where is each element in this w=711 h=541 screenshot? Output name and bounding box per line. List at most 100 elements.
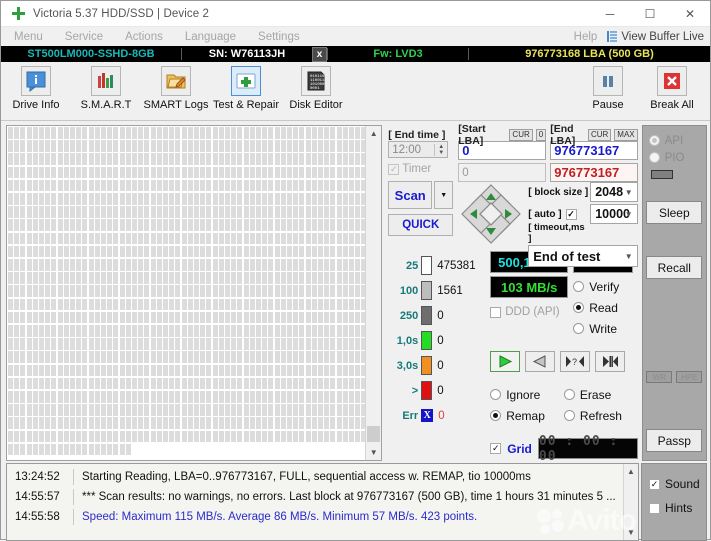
radio-circle[interactable] [648,152,660,163]
scroll-up-icon[interactable]: ▲ [366,126,381,141]
hpe-button[interactable]: HPE [676,371,703,383]
hints-checkbox[interactable] [649,502,660,514]
log-text: *** Scan results: no warnings, no errors… [82,491,616,503]
radio-ignore[interactable]: Ignore [490,384,564,405]
wr-button[interactable]: WR [646,371,673,383]
scan-button[interactable]: Scan [388,181,433,209]
end-time-spinner[interactable]: 12:00 ▲ ▼ [388,141,449,158]
scrollbar-thumb[interactable] [367,426,381,442]
sleep-button[interactable]: Sleep [646,201,703,224]
play-backward-icon[interactable] [525,351,556,372]
grid-label: Grid [507,441,532,456]
radio-read[interactable]: Read [573,297,619,318]
start-lba-zero-button[interactable]: 0 [535,128,547,141]
menu-item-language[interactable]: Language [176,31,245,43]
auto-checkbox[interactable]: ✓ [565,208,577,220]
spinner-arrows-icon[interactable]: ▲ ▼ [434,143,447,156]
legend-row-error: Err X 0 [386,403,488,428]
play-forward-icon[interactable] [490,351,521,372]
device-close-button[interactable]: x [312,46,327,62]
menu-item-service[interactable]: Service [56,31,112,43]
svg-text:?: ? [572,357,577,367]
radio-verify[interactable]: Verify [573,276,619,297]
chevron-down-icon: ▼ [624,209,633,219]
toolbar-button-break-all[interactable]: Break All [640,62,704,111]
error-mode-radio-group: Ignore Erase Remap Refresh [490,384,637,426]
quick-button[interactable]: QUICK [388,214,454,236]
sound-option[interactable]: ✓ Sound [642,472,706,496]
start-lba-cur-button[interactable]: CUR [509,128,533,141]
radio-circle[interactable] [490,389,502,400]
legend-row: 100 1561 [386,278,488,303]
toolbar-button-drive-info[interactable]: Drive Info [1,62,71,120]
menu-item-menu[interactable]: Menu [5,31,52,43]
grid-checkbox[interactable]: ✓ [490,443,502,454]
radio-circle[interactable] [490,410,502,421]
end-lba-input[interactable]: 976773167 [550,141,638,160]
radio-label: Erase [579,387,612,402]
end-of-test-select[interactable]: End of test ▼ [528,245,638,267]
scroll-up-icon[interactable]: ▲ [627,464,635,479]
radio-circle[interactable] [648,135,660,146]
toolbar-button-disk-editor[interactable]: 010110 110011 101000 0001 Disk Editor [281,62,351,120]
legend-key: 3,0s [396,359,419,372]
end-lba-cur-button[interactable]: CUR [587,128,612,141]
menu-item-actions[interactable]: Actions [116,31,172,43]
toolbar-label-disk-editor: Disk Editor [289,99,343,111]
start-lba-secondary-input[interactable]: 0 [458,163,547,182]
block-size-value: 2048 [595,185,624,199]
end-time-group: [ End time ] 12:00 ▲ ▼ ✓ Timer [388,128,454,177]
maximize-button[interactable]: ☐ [630,1,670,26]
scroll-down-icon[interactable]: ▼ [366,445,381,460]
end-lba-secondary-input[interactable]: 976773167 [550,163,638,182]
passport-button[interactable]: Passp [646,429,703,452]
jump-query-icon[interactable]: ? [560,351,591,372]
toolbar-button-smart[interactable]: S.M.A.R.T [71,62,141,120]
menu-item-settings[interactable]: Settings [249,31,309,43]
radio-write[interactable]: Write [573,318,619,339]
timeout-select[interactable]: 10000 ▼ [590,204,638,224]
block-size-select[interactable]: 2048 ▼ [590,182,638,202]
legend-key: 25 [405,259,419,272]
sound-checkbox[interactable]: ✓ [649,478,660,490]
radio-circle[interactable] [563,389,575,400]
end-lba-max-button[interactable]: MAX [614,128,638,141]
view-buffer-live-button[interactable]: View Buffer Live [607,31,708,43]
radio-remap[interactable]: Remap [490,405,564,426]
radio-circle[interactable] [563,410,575,421]
radio-circle[interactable] [573,281,585,292]
recall-button[interactable]: Recall [646,256,703,279]
radio-circle[interactable] [573,302,585,313]
toolbar-button-smart-logs[interactable]: SMART Logs [141,62,211,120]
block-map-grid[interactable] [7,126,366,460]
radio-api[interactable]: API [643,132,706,149]
log-scrollbar[interactable]: ▲ ▼ [623,464,638,540]
toolbar-button-pause[interactable]: Pause [576,62,640,111]
legend-key: 1,0s [396,334,419,347]
toolbar-button-test-repair[interactable]: Test & Repair [211,62,281,120]
scroll-down-icon[interactable]: ▼ [627,525,635,540]
scan-controls-row: Scan ▼ QUICK [block size] 2048 ▼ [aut… [384,177,639,267]
menu-item-help[interactable]: Help [564,31,608,43]
navigation-dpad[interactable] [458,181,524,247]
title-bar: Victoria 5.37 HDD/SSD | Device 2 ─ ☐ ✕ [1,1,710,27]
ddd-api-row[interactable]: DDD (API) [490,301,568,323]
jump-start-icon[interactable] [595,351,626,372]
error-x-icon: X [421,409,434,422]
scan-dropdown-button[interactable]: ▼ [434,181,454,209]
timer-checkbox[interactable]: ✓ [388,163,400,175]
operation-radio-group: Verify Read Write [573,276,619,339]
ddd-api-checkbox[interactable] [490,306,502,318]
radio-circle[interactable] [573,323,585,334]
block-map-scrollbar[interactable]: ▲ ▼ [365,126,382,460]
minimize-button[interactable]: ─ [590,1,630,26]
radio-refresh[interactable]: Refresh [563,405,638,426]
close-button[interactable]: ✕ [670,1,710,26]
timer-checkbox-row[interactable]: ✓ Timer [388,163,454,175]
radio-pio[interactable]: PIO [643,149,706,166]
log-rows[interactable]: 13:24:52 Starting Reading, LBA=0..976773… [7,464,623,540]
legend-row: > 0 [386,378,488,403]
hints-option[interactable]: Hints [642,496,706,520]
radio-erase[interactable]: Erase [563,384,638,405]
radio-label: API [664,134,684,147]
